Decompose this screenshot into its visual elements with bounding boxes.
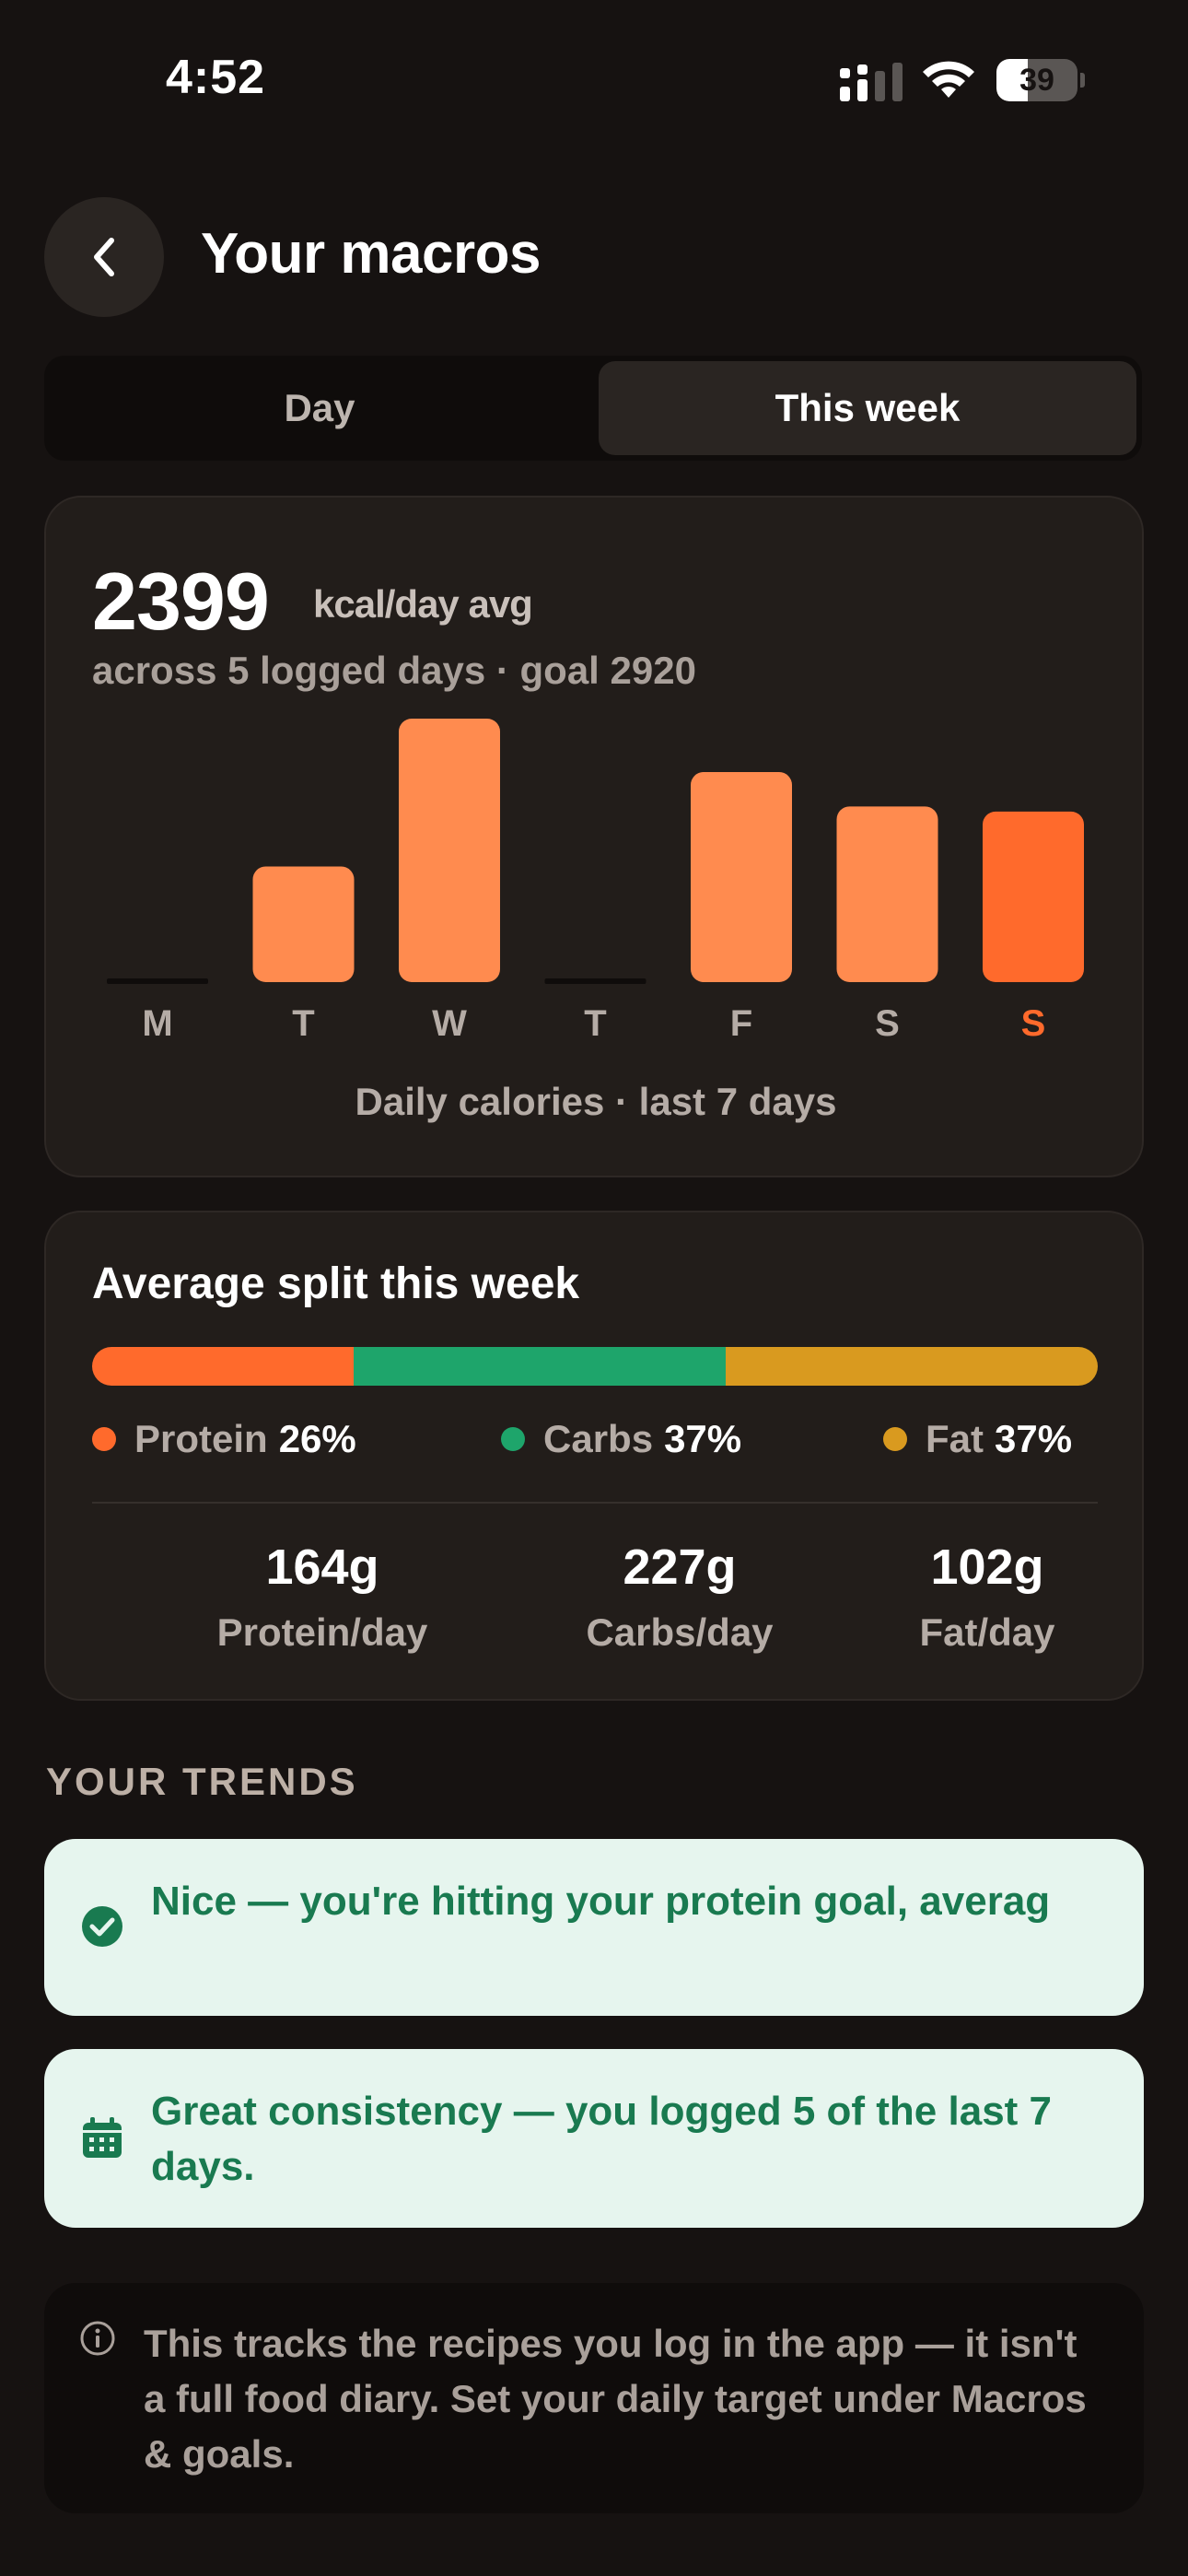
- trend-card-consistency[interactable]: Great consistency — you logged 5 of the …: [44, 2049, 1144, 2228]
- split-title: Average split this week: [92, 1259, 580, 1308]
- macro-split-bar: [92, 1347, 1098, 1386]
- calories-card: 2399 kcal/day avg across 5 logged days ·…: [44, 496, 1144, 1177]
- status-bar: 4:52 39: [0, 0, 1188, 157]
- chart-bar-empty: [107, 978, 208, 984]
- split-segment-carbs: [353, 1347, 726, 1386]
- chevron-left-icon: [94, 238, 114, 276]
- protein-dot-icon: [92, 1427, 116, 1451]
- tab-this-week[interactable]: This week: [599, 361, 1136, 455]
- legend-carbs-value: 37%: [664, 1417, 742, 1460]
- battery-percentage: 39: [1019, 63, 1054, 98]
- back-button[interactable]: [44, 197, 164, 317]
- stat-fat: 102g Fat/day: [849, 1539, 1125, 1655]
- stat-protein-value: 164g: [265, 1540, 379, 1595]
- trend-card-protein[interactable]: Nice — you're hitting your protein goal,…: [44, 1839, 1144, 2016]
- tab-day[interactable]: Day: [50, 361, 589, 455]
- legend-fat: Fat 37%: [883, 1417, 1072, 1461]
- macro-split-card: Average split this week Protein 26% Carb…: [44, 1211, 1144, 1701]
- info-note-text: This tracks the recipes you log in the a…: [144, 2322, 1087, 2476]
- chart-bar[interactable]: [691, 771, 792, 982]
- stat-carbs: 227g Carbs/day: [514, 1539, 845, 1655]
- legend-fat-name: Fat: [926, 1417, 984, 1460]
- stat-fat-value: 102g: [930, 1540, 1044, 1595]
- chart-caption: Daily calories · last 7 days: [355, 1080, 837, 1123]
- split-segment-protein: [92, 1347, 354, 1386]
- chart-bar[interactable]: [399, 719, 500, 982]
- calendar-icon: [83, 2117, 122, 2158]
- page-title: Your macros: [201, 222, 541, 286]
- info-note: This tracks the recipes you log in the a…: [44, 2283, 1144, 2513]
- chart-day-label: F: [730, 1003, 752, 1044]
- period-tabs: Day This week: [44, 356, 1142, 461]
- chart-day-label: W: [432, 1003, 467, 1044]
- wifi-icon: [923, 61, 974, 98]
- status-time: 4:52: [166, 51, 266, 104]
- check-circle-icon: [82, 1906, 122, 1947]
- legend-carbs: Carbs 37%: [501, 1417, 741, 1461]
- stat-protein-label: Protein/day: [216, 1610, 428, 1654]
- chart-bar[interactable]: [836, 806, 938, 982]
- chart-day-label: S: [1021, 1003, 1046, 1044]
- legend-fat-value: 37%: [995, 1417, 1073, 1460]
- legend-carbs-name: Carbs: [543, 1417, 654, 1460]
- battery-icon: 39: [996, 59, 1085, 101]
- chart-bar[interactable]: [983, 811, 1084, 982]
- fat-dot-icon: [883, 1427, 907, 1451]
- chart-bar-empty: [544, 978, 646, 984]
- chart-bar[interactable]: [252, 866, 355, 982]
- trend-text-protein: Nice — you're hitting your protein goal,…: [151, 1879, 1051, 1924]
- stat-carbs-value: 227g: [623, 1540, 737, 1595]
- split-segment-fat: [725, 1347, 1098, 1386]
- carbs-dot-icon: [501, 1427, 525, 1451]
- chart-day-label: T: [292, 1003, 314, 1044]
- trends-heading: YOUR TRENDS: [46, 1760, 358, 1803]
- stat-protein: 164g Protein/day: [157, 1539, 488, 1655]
- chart-day-label: S: [875, 1003, 900, 1044]
- info-icon: [80, 2321, 115, 2356]
- split-divider: [92, 1502, 1098, 1504]
- legend-protein-value: 26%: [278, 1417, 356, 1460]
- legend-protein: Protein 26%: [92, 1417, 356, 1461]
- chart-day-label: M: [142, 1003, 172, 1044]
- trend-text-consistency: Great consistency — you logged 5 of the …: [151, 2089, 1053, 2189]
- stat-carbs-label: Carbs/day: [586, 1610, 774, 1654]
- legend-protein-name: Protein: [134, 1417, 268, 1460]
- cellular-signal-icon: [840, 63, 903, 101]
- chart-day-label: T: [584, 1003, 606, 1044]
- daily-calories-chart: MTWTFSS: [107, 719, 1084, 1044]
- stat-fat-label: Fat/day: [919, 1610, 1055, 1654]
